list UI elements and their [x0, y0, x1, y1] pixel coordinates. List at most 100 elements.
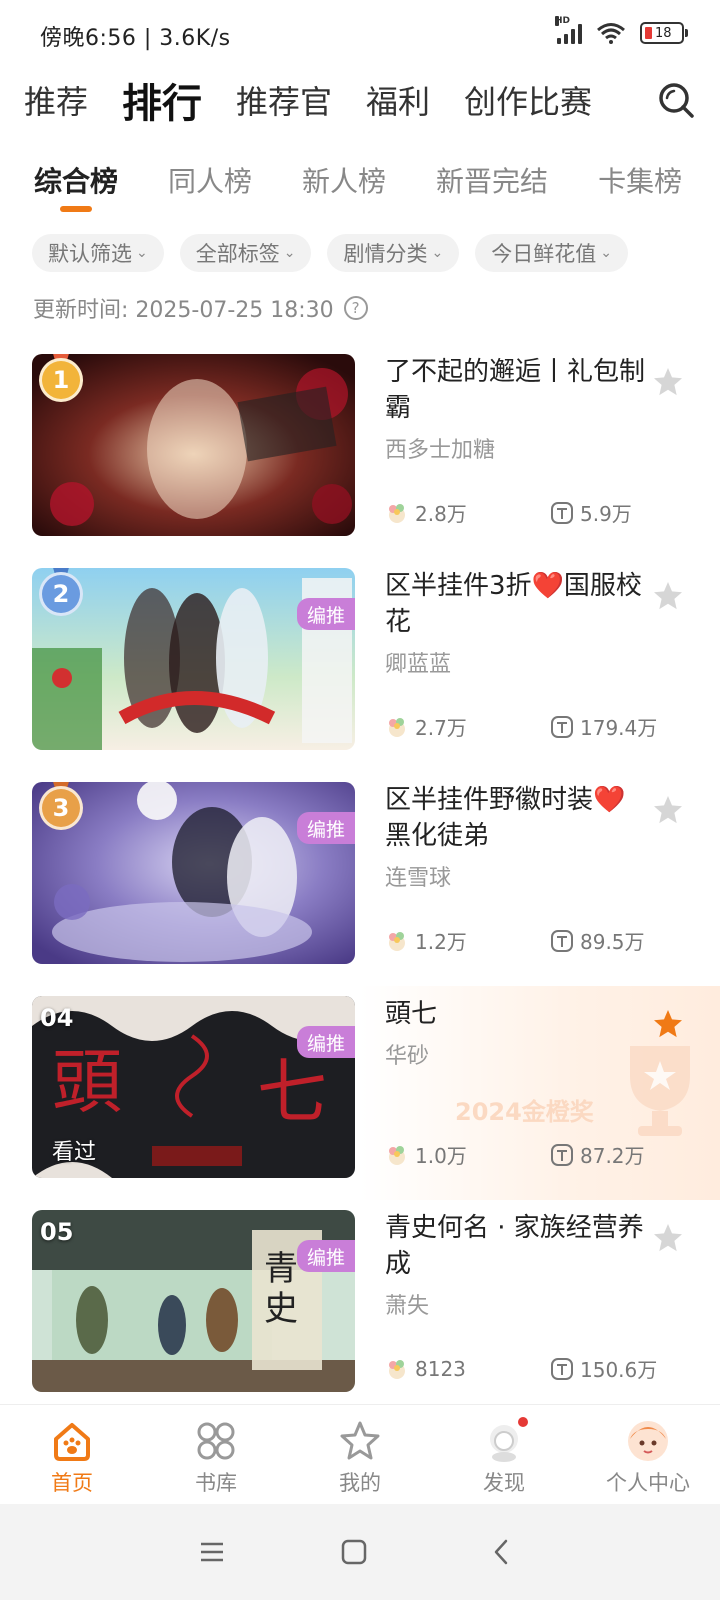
svg-text:史: 史 [264, 1289, 298, 1329]
list-item[interactable]: 3 编推 区半挂件野徽时装❤️黑化徒弟 连雪球 1.2万 89.5万 [0, 782, 720, 996]
filter-tags[interactable]: 全部标签 ⌄ [179, 234, 312, 272]
tab-curator[interactable]: 推荐官 [236, 77, 332, 123]
item-author[interactable]: 连雪球 [385, 860, 650, 892]
system-nav-bar [0, 1504, 720, 1600]
award-text: 2024金橙奖 [455, 1098, 594, 1126]
t-count: 150.6万 [580, 1358, 658, 1382]
bottom-nav: 首页 书库 我的 发现 个人中心 [0, 1404, 720, 1504]
flower-stat: 1.2万 [385, 926, 550, 955]
star-icon[interactable] [652, 366, 684, 398]
t-stat: 87.2万 [550, 1140, 715, 1169]
item-title[interactable]: 区半挂件野徽时装❤️黑化徒弟 [385, 782, 650, 854]
editor-pick-badge: 编推 [296, 812, 355, 844]
t-coin-icon [551, 501, 573, 524]
list-item[interactable]: 2 编推 区半挂件3折❤️国服校花 卿蓝蓝 2.7万 179.4万 [0, 568, 720, 782]
nav-library-label: 书库 [195, 1471, 237, 1495]
status-icons: HD 18 [555, 16, 688, 44]
nav-profile-label: 个人中心 [606, 1471, 690, 1495]
item-title[interactable]: 青史何名 · 家族经营养成 [385, 1210, 650, 1282]
filter-tags-label: 全部标签 [195, 242, 280, 266]
t-count: 87.2万 [580, 1144, 645, 1168]
battery-icon: 18 [640, 22, 688, 44]
notification-dot [518, 1417, 528, 1427]
editor-pick-badge: 编推 [296, 598, 355, 630]
tab-ranking[interactable]: 排行 [122, 71, 202, 129]
item-author[interactable]: 华砂 [385, 1038, 650, 1070]
chevron-down-icon: ⌄ [136, 245, 148, 261]
star-icon[interactable] [652, 580, 684, 612]
item-author[interactable]: 西多士加糖 [385, 432, 650, 464]
rank-medal-silver: 2 [38, 568, 84, 618]
star-outline-icon [340, 1421, 380, 1460]
t-stat: 150.6万 [550, 1354, 715, 1383]
rank-medal-gold: 1 [38, 354, 84, 404]
grid-icon [197, 1422, 235, 1460]
subtab-new-finished[interactable]: 新晋完结 [436, 160, 548, 216]
flower-icon [389, 503, 405, 523]
list-item[interactable]: 青 史 05 编推 青史何名 · 家族经营养成 萧失 8123 150.6万 [0, 1210, 720, 1424]
tab-contest[interactable]: 创作比赛 [464, 77, 592, 123]
t-coin-icon [551, 929, 573, 952]
subtab-card[interactable]: 卡集榜 [598, 160, 682, 216]
filter-default[interactable]: 默认筛选 ⌄ [32, 234, 164, 272]
cover-image: 青 史 05 编推 [32, 1210, 355, 1392]
nav-mine[interactable]: 我的 [288, 1405, 432, 1504]
list-item[interactable]: 2024金橙奖 頭 七 04 编推 看过 頭七 华砂 1.0万 87.2万 [0, 986, 720, 1210]
item-title[interactable]: 区半挂件3折❤️国服校花 [385, 568, 650, 640]
nav-home[interactable]: 首页 [0, 1405, 144, 1504]
wifi-icon [597, 23, 625, 44]
nav-profile[interactable]: 个人中心 [576, 1405, 720, 1504]
back-icon[interactable] [486, 1536, 518, 1568]
rank-number: 2 [39, 572, 83, 616]
search-icon[interactable] [656, 80, 696, 120]
ranking-subtabs: 综合榜 同人榜 新人榜 新晋完结 卡集榜 [34, 160, 696, 216]
update-time-label: 更新时间: 2025-07-25 18:30 [33, 298, 334, 323]
subtab-fan[interactable]: 同人榜 [168, 160, 252, 216]
nav-discover[interactable]: 发现 [432, 1405, 576, 1504]
nav-home-label: 首页 [51, 1471, 93, 1495]
signal-icon: HD [555, 16, 582, 44]
tab-recommend[interactable]: 推荐 [24, 77, 88, 123]
flower-icon [389, 1359, 405, 1379]
flower-count: 1.2万 [415, 930, 467, 954]
star-icon-filled[interactable] [652, 1008, 684, 1040]
item-title[interactable]: 頭七 [385, 996, 650, 1032]
status-time: 傍晚6:56 | 3.6K/s [40, 26, 231, 51]
editor-pick-badge: 编推 [296, 1240, 355, 1272]
subtab-newcomer[interactable]: 新人榜 [302, 160, 386, 216]
nav-discover-label: 发现 [483, 1471, 525, 1495]
chevron-down-icon: ⌄ [600, 245, 612, 261]
tab-welfare[interactable]: 福利 [366, 77, 430, 123]
nav-library[interactable]: 书库 [144, 1405, 288, 1504]
flower-count: 2.8万 [415, 502, 467, 526]
filter-flower[interactable]: 今日鲜花值 ⌄ [475, 234, 628, 272]
menu-icon[interactable] [196, 1536, 228, 1568]
battery-level: 18 [655, 25, 672, 41]
flower-icon [389, 931, 405, 951]
t-count: 5.9万 [580, 502, 632, 526]
help-icon[interactable]: ? [343, 296, 368, 320]
item-author[interactable]: 卿蓝蓝 [385, 646, 650, 678]
hd-label: HD [555, 16, 571, 26]
update-time: 更新时间: 2025-07-25 18:30 ? [33, 292, 368, 324]
filter-default-label: 默认筛选 [48, 242, 132, 266]
flower-stat: 1.0万 [385, 1140, 550, 1169]
item-author[interactable]: 萧失 [385, 1288, 650, 1320]
discover-icon [482, 1417, 528, 1463]
cover-image: 1 [32, 354, 355, 536]
filter-flower-label: 今日鲜花值 [491, 242, 597, 266]
home-square-icon[interactable] [338, 1536, 370, 1568]
t-stat: 5.9万 [550, 498, 715, 527]
rank-medal-bronze: 3 [38, 782, 84, 832]
star-icon[interactable] [652, 1222, 684, 1254]
list-item[interactable]: 1 了不起的邂逅丨礼包制霸 西多士加糖 2.8万 5.9万 [0, 354, 720, 568]
t-coin-icon [551, 1357, 573, 1380]
star-icon[interactable] [652, 794, 684, 826]
rank-number: 3 [39, 786, 83, 830]
subtab-overall[interactable]: 综合榜 [34, 160, 118, 216]
item-title[interactable]: 了不起的邂逅丨礼包制霸 [385, 354, 650, 426]
filter-plot[interactable]: 剧情分类 ⌄ [327, 234, 460, 272]
cover-image: 2 编推 [32, 568, 355, 750]
status-bar: 傍晚6:56 | 3.6K/s HD 18 [0, 0, 720, 66]
editor-pick-badge: 编推 [296, 1026, 355, 1058]
